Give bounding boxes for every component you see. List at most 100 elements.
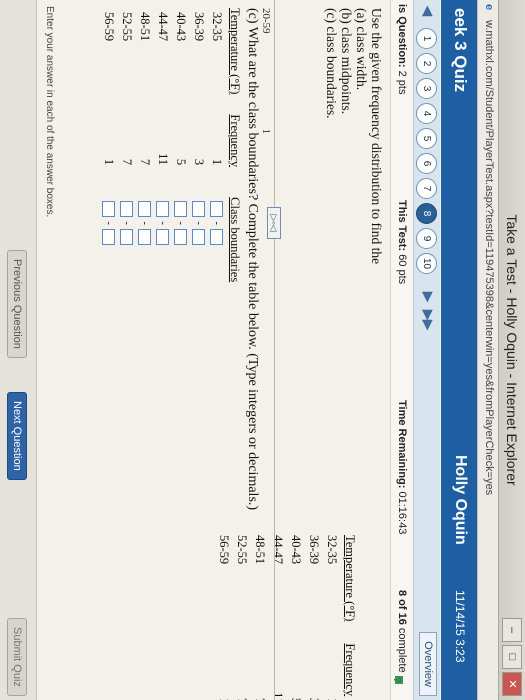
boundary-dash: - <box>120 221 132 225</box>
restore-icon[interactable]: □ <box>502 645 522 669</box>
question-number-1[interactable]: 1 <box>416 28 437 49</box>
ans-temperature: 40-43 <box>174 12 189 42</box>
ref-frequency: 1 <box>323 629 341 700</box>
question-number-list: 1 2 3 4 5 6 7 8 9 10 <box>416 28 437 274</box>
prompt-line-2: (a) class width. <box>354 8 369 91</box>
answer-hint: Enter your answer in each of the answer … <box>44 6 55 218</box>
partial-row: 20-591 <box>260 8 272 135</box>
expand-icon[interactable]: ▷▫◁ <box>267 207 281 239</box>
table-row: 32-35 1 - <box>208 8 226 290</box>
question-number-8[interactable]: 8 <box>416 203 437 224</box>
test-points-label: This Test: 60 pts <box>396 200 408 285</box>
ref-header-frequency: Frequency <box>343 643 357 697</box>
prompt-line-3: (b) class midpoints. <box>339 8 354 115</box>
class-boundary-cell: - <box>154 175 172 290</box>
ref-frequency: 11 <box>271 692 286 700</box>
class-boundary-cell: - <box>100 175 118 290</box>
class-boundary-cell: - <box>208 175 226 290</box>
table-row: 36-39 3 - <box>190 8 208 290</box>
upper-boundary-input[interactable] <box>191 229 205 246</box>
upper-boundary-input[interactable] <box>209 229 223 246</box>
skip-arrow-icon[interactable]: ▶▶ <box>420 310 436 330</box>
class-boundary-cell: - <box>172 175 190 290</box>
question-number-10[interactable]: 10 <box>416 253 437 274</box>
upper-boundary-input[interactable] <box>173 229 187 246</box>
ans-frequency: 5 <box>174 158 189 166</box>
rotated-screen: Take a Test - Holly Oquin - Internet Exp… <box>0 0 525 700</box>
boundary-dash: - <box>138 221 150 225</box>
boundary-dash: - <box>156 221 168 225</box>
question-number-6[interactable]: 6 <box>416 153 437 174</box>
ie-icon: e <box>483 4 495 11</box>
previous-arrow-icon[interactable]: ◀ <box>420 6 436 16</box>
upper-boundary-input[interactable] <box>119 229 133 246</box>
ref-temperature: 56-59 <box>217 535 232 565</box>
ref-frequency: 5 <box>287 629 305 700</box>
ref-frequency: 3 <box>305 629 323 700</box>
next-arrow-icon[interactable]: ▶ <box>420 292 436 302</box>
info-bar: is Question: 2 pts This Test: 60 pts Tim… <box>390 0 413 700</box>
lower-boundary-input[interactable] <box>119 201 133 218</box>
question-number-7[interactable]: 7 <box>416 178 437 199</box>
prompt-line-1: Use the given frequency distribution to … <box>369 8 384 265</box>
divider <box>274 0 275 700</box>
question-number-4[interactable]: 4 <box>416 103 437 124</box>
close-icon[interactable]: ✕ <box>502 672 522 696</box>
boundary-dash: - <box>210 221 222 225</box>
table-row: 52-55 7 - <box>118 8 136 290</box>
window-title: Take a Test - Holly Oquin - Internet Exp… <box>504 214 520 486</box>
table-row: 44-47 11 - <box>154 8 172 290</box>
ans-temperature: 56-59 <box>102 12 117 42</box>
ans-header-frequency: Frequency <box>228 114 242 168</box>
lower-boundary-input[interactable] <box>101 201 115 218</box>
question-nav: ◀ 1 2 3 4 5 6 7 8 9 10 ▶ ▶▶ Overview <box>413 0 440 700</box>
ans-frequency: 11 <box>156 153 171 166</box>
upper-boundary-input[interactable] <box>101 229 115 246</box>
lower-boundary-input[interactable] <box>173 201 187 218</box>
ans-frequency: 1 <box>102 158 117 166</box>
question-number-9[interactable]: 9 <box>416 228 437 249</box>
lower-boundary-input[interactable] <box>137 201 151 218</box>
question-number-5[interactable]: 5 <box>416 128 437 149</box>
upper-boundary-input[interactable] <box>155 229 169 246</box>
overview-button[interactable]: Overview <box>419 632 437 696</box>
ref-table-row: 32-35 1 <box>323 535 341 700</box>
question-number-3[interactable]: 3 <box>416 78 437 99</box>
part-c-question: (c) What are the class boundaries? Compl… <box>245 8 260 511</box>
time-remaining: Time Remaining: 01:16:43 <box>396 400 408 535</box>
reference-table: Temperature (°F) Frequency 32-35136-3934… <box>215 535 358 700</box>
class-boundary-cell: - <box>190 175 208 290</box>
lower-boundary-input[interactable] <box>209 201 223 218</box>
help-icon[interactable]: ? <box>391 677 403 684</box>
next-question-button[interactable]: Next Question <box>7 392 27 480</box>
ans-temperature: 44-47 <box>156 12 171 42</box>
question-number-2[interactable]: 2 <box>416 53 437 74</box>
boundary-dash: - <box>192 221 204 225</box>
ref-frequency: 1 <box>215 629 233 700</box>
app-header: eek 3 Quiz Holly Oquin 11/14/15 3:23 <box>441 0 477 700</box>
ref-temperature: 36-39 <box>307 535 322 565</box>
question-content: Use the given frequency distribution to … <box>55 0 390 700</box>
window-title-bar: Take a Test - Holly Oquin - Internet Exp… <box>498 0 525 700</box>
lower-boundary-input[interactable] <box>155 201 169 218</box>
ref-frequency: 7 <box>233 629 251 700</box>
ref-temperature: 44-47 <box>271 535 286 565</box>
url-text[interactable]: w.mathxl.com/Student/PlayerTest.aspx?tes… <box>483 20 495 495</box>
class-boundary-cell: - <box>118 175 136 290</box>
ans-header-temperature: Temperature (°F) <box>228 8 242 95</box>
ref-table-row: 40-43 5 <box>287 535 305 700</box>
upper-boundary-input[interactable] <box>137 229 151 246</box>
address-bar[interactable]: e w.mathxl.com/Student/PlayerTest.aspx?t… <box>477 0 498 700</box>
table-row: 56-59 1 - <box>100 8 118 290</box>
class-boundary-cell: - <box>136 175 154 290</box>
table-row: 48-51 7 - <box>136 8 154 290</box>
submit-quiz-button[interactable]: Submit Quiz <box>7 618 27 696</box>
minimize-icon[interactable]: – <box>502 618 522 642</box>
ref-table-row: 52-55 7 <box>233 535 251 700</box>
ref-table-row: 56-59 1 <box>215 535 233 700</box>
lower-boundary-input[interactable] <box>191 201 205 218</box>
user-name: Holly Oquin <box>452 455 469 545</box>
previous-question-button[interactable]: Previous Question <box>7 250 27 358</box>
boundary-dash: - <box>102 221 114 225</box>
header-datetime: 11/14/15 3:23 <box>453 590 467 663</box>
